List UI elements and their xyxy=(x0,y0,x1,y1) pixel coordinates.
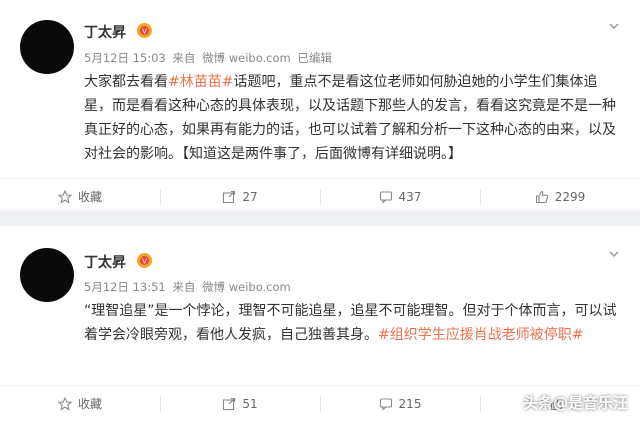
comment-count: 215 xyxy=(398,396,422,411)
star-icon xyxy=(57,396,72,411)
svg-text:V: V xyxy=(142,258,147,266)
source-prefix: 来自 xyxy=(172,51,196,65)
comment-button[interactable]: 215 xyxy=(320,386,480,421)
like-icon xyxy=(535,190,548,203)
post-text-before: 大家都去看看 xyxy=(84,74,168,90)
repost-button[interactable]: 27 xyxy=(160,179,320,214)
weibo-post-1: 丁太昇 V 5月12日 15:03 来自 微博 weibo.com 已编辑 大家… xyxy=(0,0,640,210)
action-bar: 收藏 27 437 2299 xyxy=(0,178,640,214)
comment-icon xyxy=(379,190,392,204)
topic-link[interactable]: #组织学生应援肖战老师被停职# xyxy=(378,327,583,343)
avatar[interactable] xyxy=(20,20,74,74)
favorite-label: 收藏 xyxy=(77,190,102,204)
watermark: 头条@是音乐汪 xyxy=(522,394,628,412)
post-date[interactable]: 5月12日 15:03 xyxy=(84,51,166,65)
topic-link[interactable]: #林苗苗# xyxy=(168,74,233,90)
favorite-label: 收藏 xyxy=(77,397,102,411)
repost-count: 27 xyxy=(242,189,258,204)
verified-badge-icon: V xyxy=(137,253,152,268)
avatar[interactable] xyxy=(20,248,74,302)
verified-badge-icon: V xyxy=(137,23,152,38)
repost-icon xyxy=(223,190,236,203)
star-icon xyxy=(57,189,72,204)
post-source[interactable]: 微博 weibo.com xyxy=(202,51,291,65)
post-meta: 5月12日 13:51 来自 微博 weibo.com xyxy=(84,279,294,295)
svg-text:V: V xyxy=(142,28,147,36)
post-text: “理智追星”是一个悖论，理智不可能追星，追星不可能理智。但对于个体而言，可以试着… xyxy=(84,299,624,347)
chevron-down-icon[interactable] xyxy=(608,248,620,260)
comment-button[interactable]: 437 xyxy=(320,179,480,214)
post-meta: 5月12日 15:03 来自 微博 weibo.com 已编辑 xyxy=(84,50,335,66)
post-text: 大家都去看看#林苗苗#话题吧，重点不是看这位老师如何胁迫她的小学生们集体追星，而… xyxy=(84,70,624,166)
repost-count: 51 xyxy=(242,396,258,411)
like-button[interactable]: 2299 xyxy=(480,179,640,214)
source-prefix: 来自 xyxy=(172,280,196,294)
author-name[interactable]: 丁太昇 xyxy=(84,22,126,42)
comment-icon xyxy=(379,397,392,411)
post-date[interactable]: 5月12日 13:51 xyxy=(84,280,166,294)
repost-button[interactable]: 51 xyxy=(160,386,320,421)
edited-label[interactable]: 已编辑 xyxy=(297,51,332,65)
favorite-button[interactable]: 收藏 xyxy=(0,179,160,214)
author-name[interactable]: 丁太昇 xyxy=(84,252,126,272)
chevron-down-icon[interactable] xyxy=(608,20,620,32)
like-count: 2299 xyxy=(554,189,586,204)
comment-count: 437 xyxy=(398,189,422,204)
repost-icon xyxy=(223,397,236,410)
post-source[interactable]: 微博 weibo.com xyxy=(202,280,291,294)
favorite-button[interactable]: 收藏 xyxy=(0,386,160,421)
